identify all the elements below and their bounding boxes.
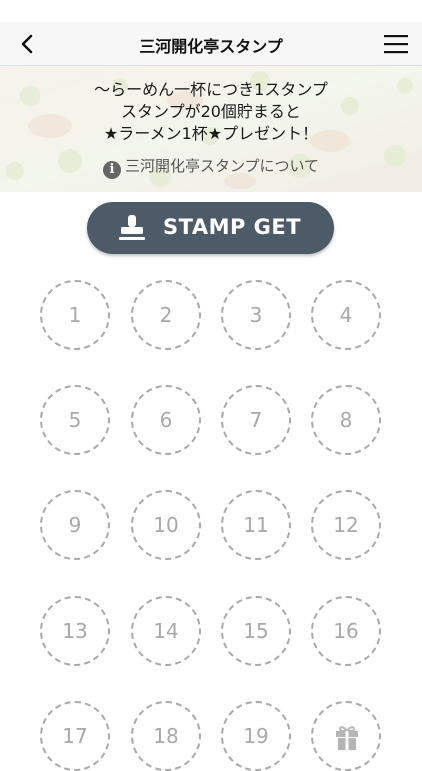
stamp-slot: 1 <box>40 280 110 350</box>
stamp-slot: 18 <box>131 701 201 771</box>
stamp-slot: 15 <box>221 596 291 666</box>
stamp-slot: 19 <box>221 701 291 771</box>
about-stamp-link[interactable]: i 三河開化亭スタンプについて <box>0 155 422 179</box>
stamp-slot: 13 <box>40 596 110 666</box>
stamp-slot: 14 <box>131 596 201 666</box>
promo-line-2: スタンプが20個貯まると <box>121 102 301 121</box>
stamp-slot: 5 <box>40 385 110 455</box>
promo-line-1: 〜らーめん一杯につき1スタンプ <box>94 80 328 99</box>
promo-message: 〜らーめん一杯につき1スタンプ スタンプが20個貯まると ★ラーメン1杯★プレゼ… <box>0 79 422 145</box>
navigation-bar: 三河開化亭スタンプ <box>0 22 422 66</box>
hamburger-menu-icon <box>384 35 408 54</box>
menu-button[interactable] <box>382 31 410 57</box>
stamp-get-button[interactable]: STAMP GET <box>87 202 334 254</box>
chevron-left-icon <box>21 34 33 54</box>
gift-icon <box>336 726 358 750</box>
stamp-slot: 10 <box>131 490 201 560</box>
stamp-slot: 11 <box>221 490 291 560</box>
stamp-slot: 9 <box>40 490 110 560</box>
reward-slot <box>311 701 381 771</box>
stamp-slot: 16 <box>311 596 381 666</box>
stamp-slot: 3 <box>221 280 291 350</box>
promo-line-3: ★ラーメン1杯★プレゼント！ <box>103 124 319 143</box>
stamp-icon <box>119 215 145 240</box>
stamp-get-label: STAMP GET <box>163 215 302 239</box>
stamp-slot: 12 <box>311 490 381 560</box>
back-button[interactable] <box>14 30 42 58</box>
stamp-slot: 2 <box>131 280 201 350</box>
stamp-slot: 7 <box>221 385 291 455</box>
status-bar <box>0 0 422 22</box>
stamp-slot: 4 <box>311 280 381 350</box>
stamp-slot: 6 <box>131 385 201 455</box>
stamp-slot: 17 <box>40 701 110 771</box>
about-stamp-link-label: 三河開化亭スタンプについて <box>124 157 320 175</box>
info-icon: i <box>102 161 121 179</box>
page-title: 三河開化亭スタンプ <box>139 37 283 56</box>
stamp-slot: 8 <box>311 385 381 455</box>
